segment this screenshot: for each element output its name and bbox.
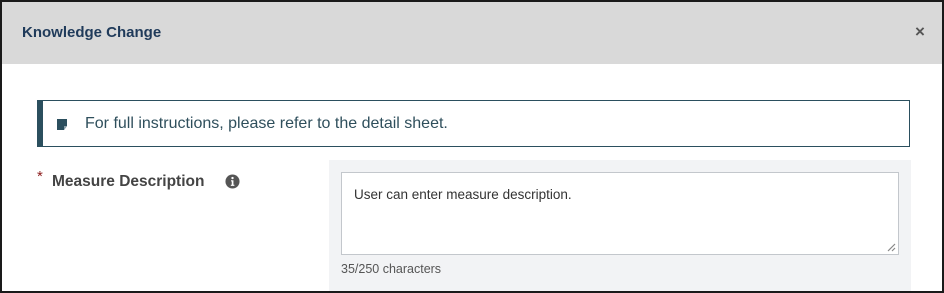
modal-title: Knowledge Change	[22, 24, 162, 41]
required-marker: *	[37, 168, 43, 185]
measure-description-panel: User can enter measure description. 35/2…	[329, 160, 911, 291]
info-circle-icon[interactable]	[225, 174, 240, 189]
note-icon	[57, 119, 67, 130]
resize-grip-icon[interactable]	[886, 242, 896, 252]
instructions-banner: For full instructions, please refer to t…	[37, 100, 910, 147]
modal-header: Knowledge Change ×	[2, 2, 942, 64]
measure-description-label: Measure Description	[52, 173, 205, 190]
close-button[interactable]: ×	[910, 22, 930, 42]
instructions-text: For full instructions, please refer to t…	[85, 115, 448, 132]
modal-dialog: Knowledge Change × For full instructions…	[0, 0, 944, 293]
character-count: 35/250 characters	[341, 262, 442, 276]
measure-description-input[interactable]: User can enter measure description.	[341, 172, 899, 255]
